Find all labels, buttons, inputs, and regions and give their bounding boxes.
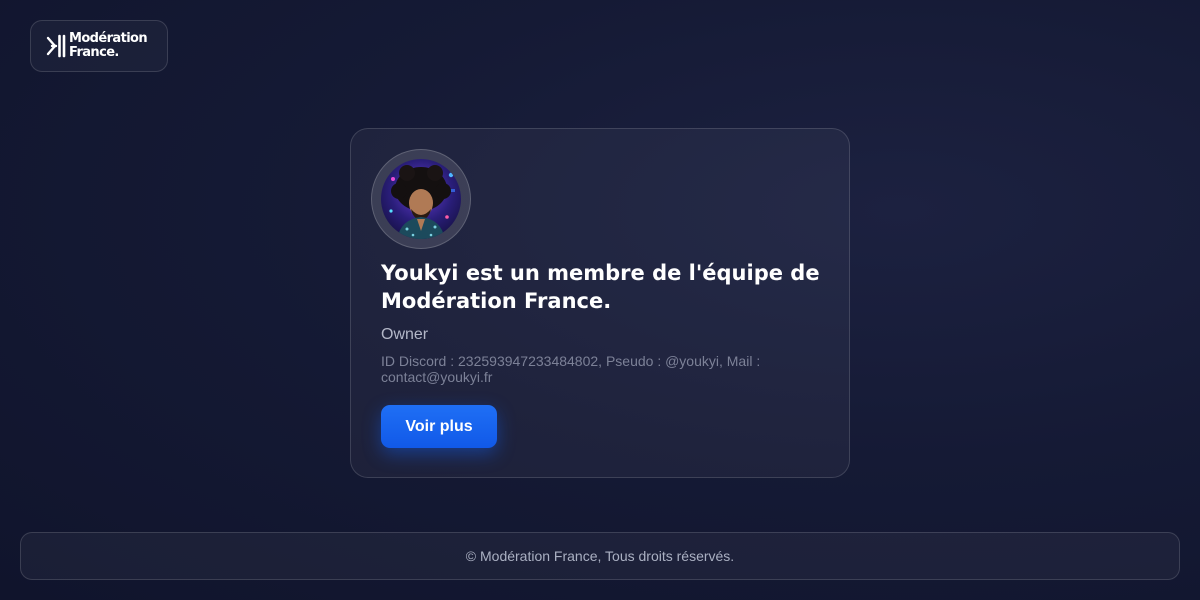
brand-logo[interactable]: Modération France.	[30, 20, 168, 72]
member-card: Youkyi est un membre de l'équipe de Modé…	[350, 128, 850, 478]
footer-copyright: © Modération France, Tous droits réservé…	[465, 548, 735, 564]
member-details: ID Discord : 232593947233484802, Pseudo …	[381, 353, 761, 385]
member-role: Owner	[381, 326, 429, 343]
member-title: Youkyi est un membre de l'équipe de Modé…	[381, 261, 820, 313]
brand-line-1: Modération	[69, 31, 148, 46]
avatar-frame	[371, 149, 471, 249]
see-more-button[interactable]: Voir plus	[381, 405, 497, 448]
footer: © Modération France, Tous droits réservé…	[20, 532, 1180, 580]
brand-line-2: France.	[69, 45, 119, 60]
avatar	[381, 159, 461, 239]
moderation-france-logo-icon	[46, 34, 66, 58]
brand-wordmark: Modération France.	[69, 31, 148, 60]
